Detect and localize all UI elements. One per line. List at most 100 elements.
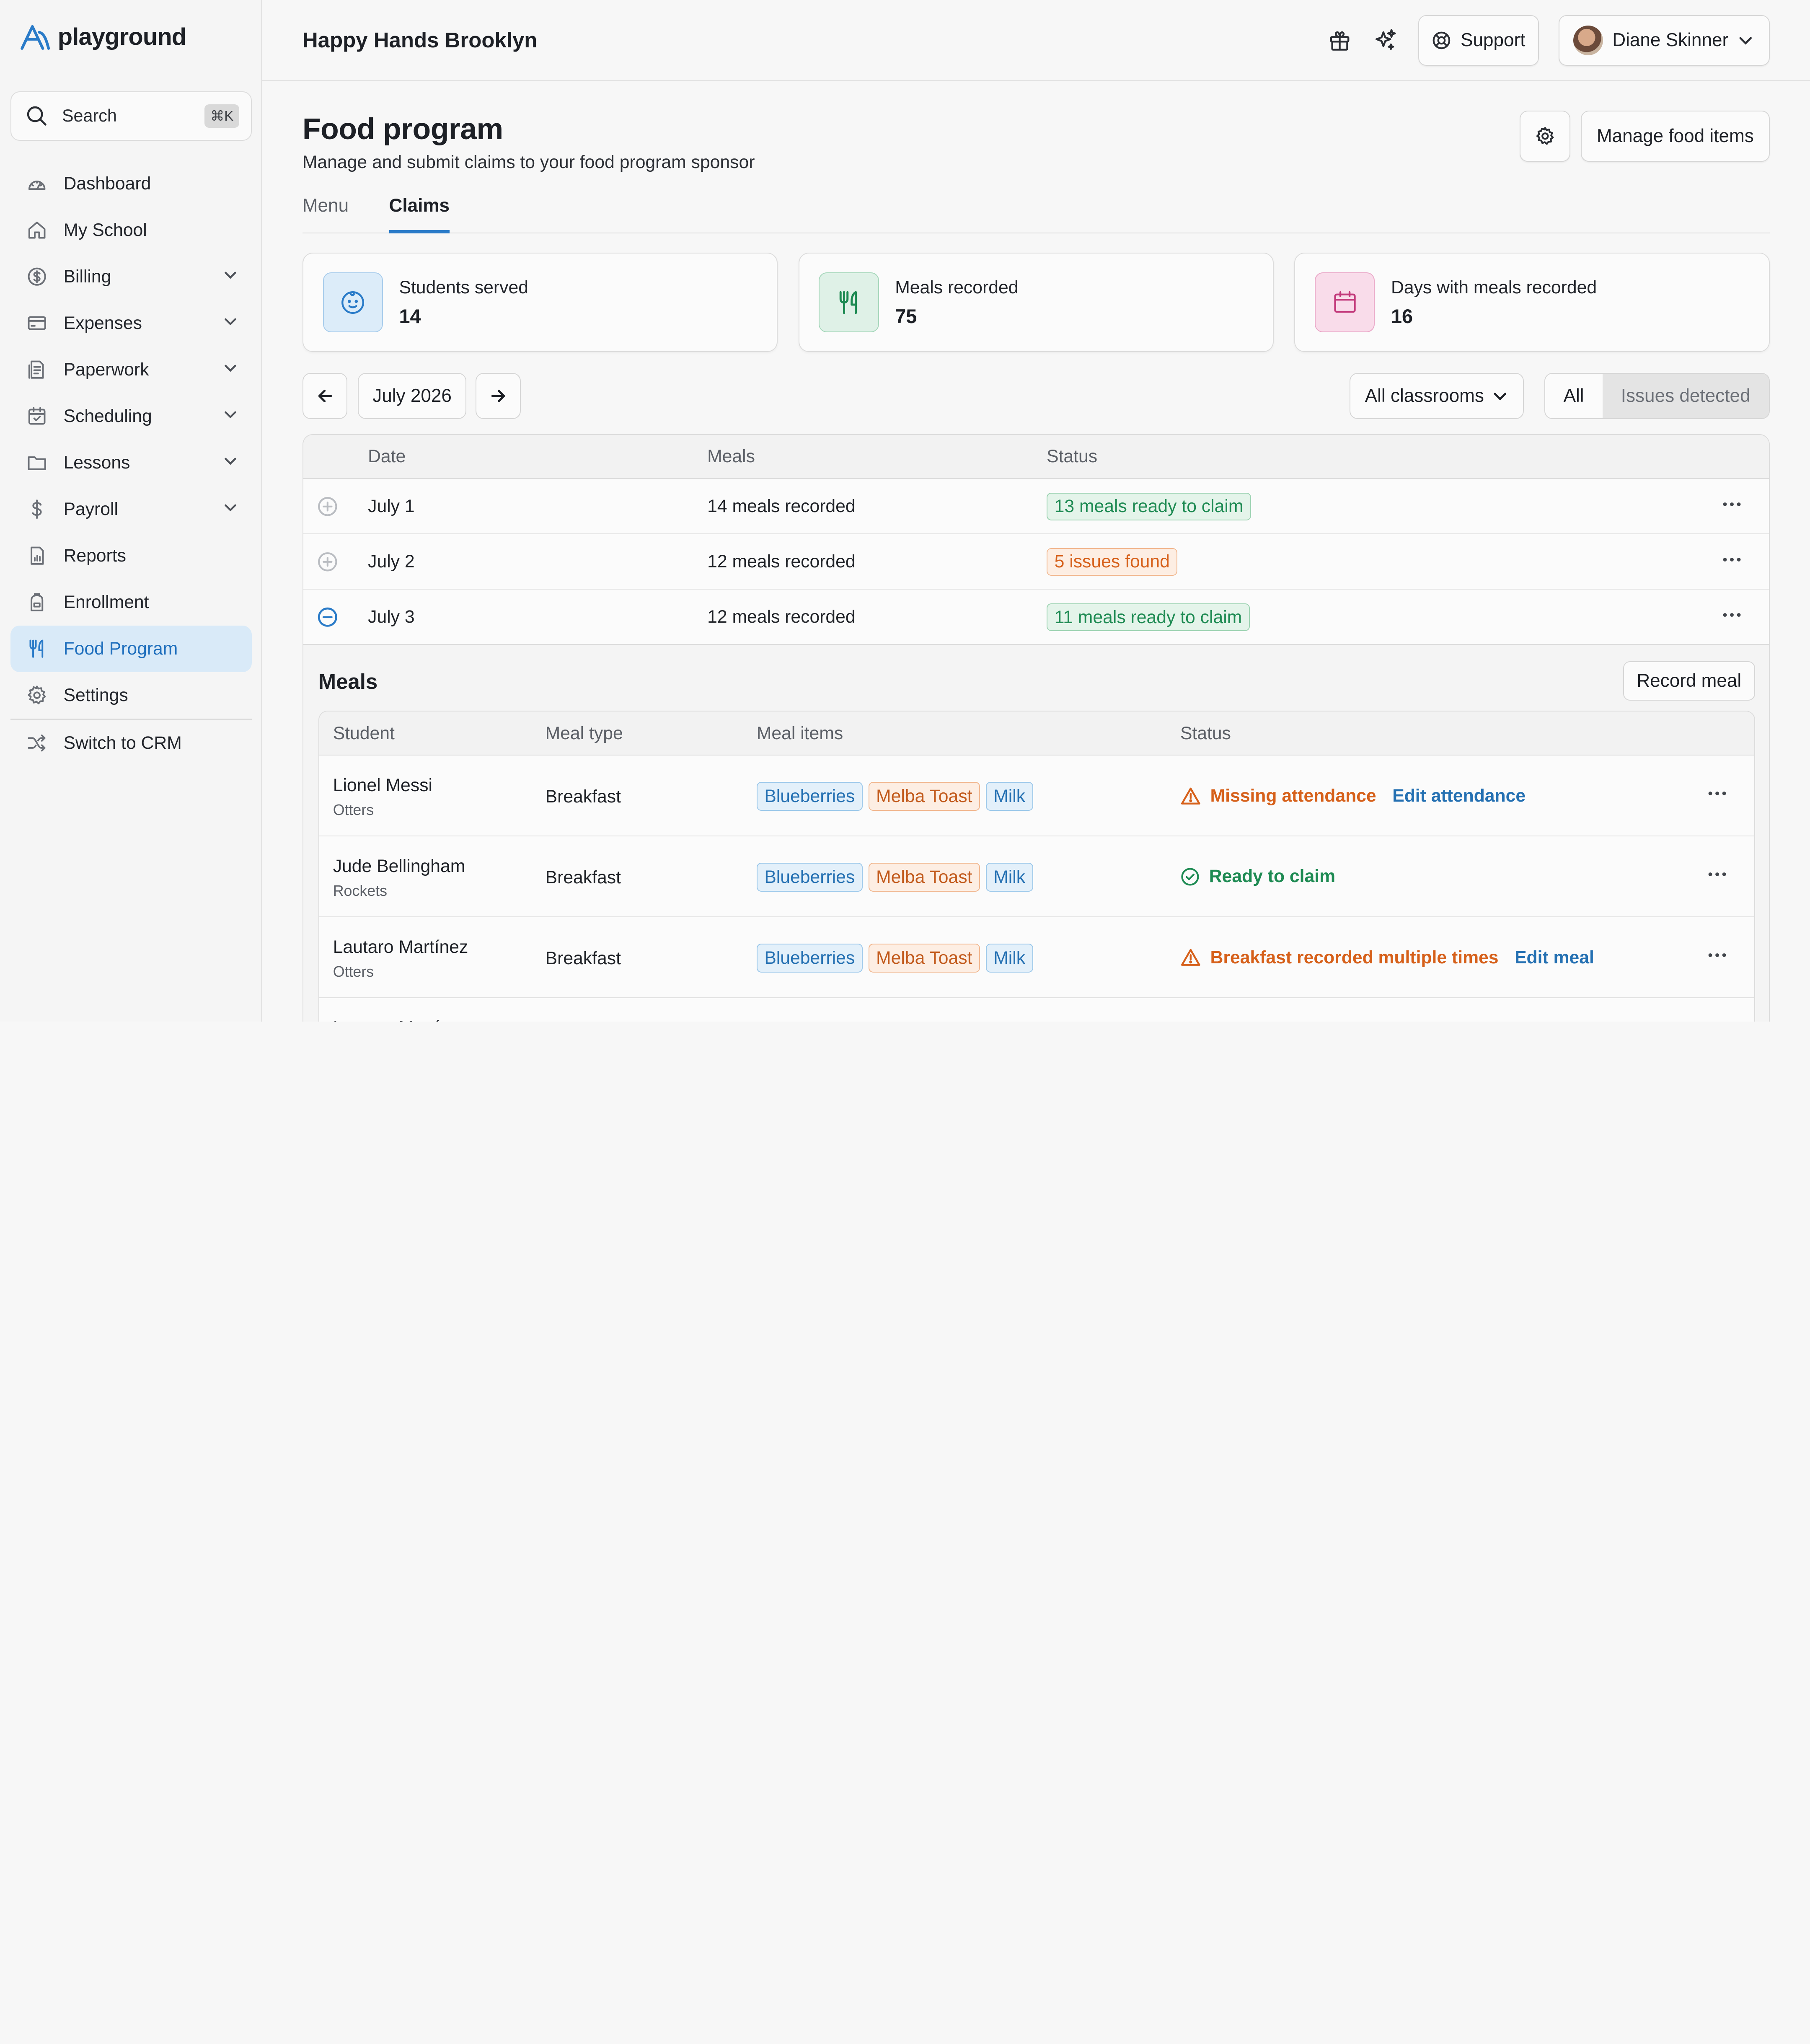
sidebar-item-chevron[interactable] — [223, 266, 238, 287]
table-row[interactable]: July 3 12 meals recorded 11 meals ready to… — [303, 590, 1769, 645]
sidebar-item-payroll[interactable]: Payroll — [10, 486, 252, 533]
sidebar-item-chevron[interactable] — [223, 360, 238, 380]
sidebar-item-scheduling[interactable]: Scheduling — [10, 393, 252, 440]
tab-claims[interactable]: Claims — [389, 191, 450, 234]
classroom-select[interactable]: All classrooms — [1349, 373, 1524, 419]
sidebar-item-icon — [26, 684, 49, 707]
table-row[interactable]: July 2 12 meals recorded 5 issues found — [303, 534, 1769, 590]
meal-item-chip: Milk — [985, 782, 1033, 811]
sidebar-item-chevron[interactable] — [223, 406, 238, 427]
meals-table-body: Lionel Messi Otters Breakfast Blueberries Me… — [319, 756, 1754, 1022]
sidebar-item-chevron[interactable] — [223, 313, 238, 334]
more-horizontal-icon — [1708, 953, 1726, 957]
sidebar-item-chevron[interactable] — [223, 453, 238, 473]
user-menu-button[interactable]: Diane Skinner — [1558, 15, 1770, 66]
next-month-button[interactable] — [476, 373, 521, 419]
classroom-select-value: All classrooms — [1365, 385, 1484, 406]
table-row[interactable]: July 1 14 meals recorded 13 meals ready to… — [303, 479, 1769, 534]
sidebar-item-paperwork[interactable]: Paperwork — [10, 347, 252, 393]
sidebar-item-billing[interactable]: Billing — [10, 254, 252, 300]
baby-face-icon — [341, 291, 365, 314]
utensils-icon — [839, 291, 857, 314]
sidebar-item-my-school[interactable]: My School — [10, 207, 252, 254]
table-row[interactable]: Lautaro Martínez — [319, 998, 1754, 1022]
manage-food-items-button[interactable]: Manage food items — [1581, 111, 1770, 162]
student-name: Lautaro Martínez — [333, 937, 468, 957]
food-settings-button[interactable] — [1520, 111, 1571, 162]
dashboard-icon — [28, 181, 46, 190]
chevron-down-icon — [224, 458, 236, 465]
month-picker[interactable]: July 2026 — [358, 373, 467, 419]
sidebar-item-label: Dashboard — [63, 173, 151, 194]
brand-logo[interactable]: playground — [20, 23, 186, 51]
support-button[interactable]: Support — [1418, 15, 1539, 66]
sidebar-item-label: Food Program — [63, 639, 178, 659]
sidebar-item-reports[interactable]: Reports — [10, 533, 252, 579]
row-more-button[interactable] — [1706, 863, 1729, 891]
sidebar-item-food-program[interactable]: Food Program — [10, 626, 252, 673]
switch-to-crm-label: Switch to CRM — [63, 732, 182, 753]
meal-type: Breakfast — [545, 948, 621, 969]
student-classroom: Rockets — [333, 882, 387, 900]
status-badge: 13 meals ready to claim — [1047, 492, 1251, 520]
row-more-button[interactable] — [1706, 782, 1729, 810]
claims-table-header: Date Meals Status — [303, 435, 1769, 479]
filter-issues-option[interactable]: Issues detected — [1602, 373, 1769, 419]
search-input[interactable]: Search ⌘K — [10, 91, 252, 141]
sidebar-item-settings[interactable]: Settings — [10, 672, 252, 719]
switch-to-crm-link[interactable]: Switch to CRM — [10, 720, 252, 766]
meal-item-chip: Melba Toast — [868, 944, 980, 973]
page-actions: Manage food items — [1520, 111, 1770, 162]
sidebar-item-label: Settings — [63, 685, 128, 706]
student-name: Lionel Messi — [333, 775, 432, 795]
row-more-button[interactable] — [1706, 944, 1729, 972]
chevron-down-icon — [224, 365, 236, 372]
stat-label: Meals recorded — [895, 277, 1019, 298]
chevron-down-icon — [224, 504, 236, 512]
chevron-down-icon — [224, 272, 236, 279]
sidebar-item-chevron[interactable] — [223, 499, 238, 520]
sidebar-item-icon — [26, 265, 49, 288]
expand-row-button[interactable] — [317, 551, 338, 572]
home-icon — [28, 222, 46, 239]
record-meal-button[interactable]: Record meal — [1623, 661, 1755, 701]
claim-date: July 1 — [368, 496, 415, 516]
column-header-meal-status: Status — [1180, 723, 1231, 743]
meal-type: Breakfast — [545, 867, 621, 888]
meal-status: Ready to claim — [1180, 866, 1335, 887]
sidebar-item-enrollment[interactable]: Enrollment — [10, 579, 252, 626]
filter-all-option[interactable]: All — [1545, 373, 1603, 419]
prev-month-button[interactable] — [302, 373, 348, 419]
sidebar-item-dashboard[interactable]: Dashboard — [10, 160, 252, 207]
claim-meals-count: 14 meals recorded — [707, 496, 856, 516]
tab-menu[interactable]: Menu — [303, 191, 349, 233]
sidebar-item-lessons[interactable]: Lessons — [10, 440, 252, 486]
meal-status-action-link[interactable]: Edit meal — [1515, 947, 1594, 968]
table-row[interactable]: Jude Bellingham Rockets Breakfast Blueberri… — [319, 836, 1754, 917]
meal-item-chip: Blueberries — [756, 944, 863, 973]
row-more-button[interactable] — [1720, 548, 1743, 576]
meal-status-action-link[interactable]: Edit attendance — [1392, 786, 1526, 806]
row-more-button[interactable] — [1720, 603, 1743, 631]
meal-status-text: Breakfast recorded multiple times — [1210, 947, 1499, 968]
sidebar-item-icon — [26, 219, 49, 242]
student-classroom: Otters — [333, 802, 374, 819]
collapse-row-button[interactable] — [317, 607, 338, 628]
claims-table-body: July 1 14 meals recorded 13 meals ready to… — [303, 479, 1769, 645]
sidebar-item-expenses[interactable]: Expenses — [10, 300, 252, 347]
calendar-icon — [1334, 291, 1356, 313]
avatar — [1573, 25, 1603, 56]
expand-row-button[interactable] — [317, 496, 338, 517]
claim-meals-count: 12 meals recorded — [707, 551, 856, 572]
meals-panel: Meals Record meal Student Meal type Meal… — [303, 645, 1769, 1022]
meal-item-chip: Milk — [985, 863, 1033, 892]
more-horizontal-icon — [1723, 502, 1741, 506]
more-horizontal-icon — [1708, 872, 1726, 877]
status-badge: 11 meals ready to claim — [1047, 603, 1250, 631]
table-row[interactable]: Lautaro Martínez Otters Breakfast Blueberri… — [319, 917, 1754, 998]
row-more-button[interactable] — [1720, 493, 1743, 521]
gift-button[interactable] — [1316, 15, 1363, 66]
sidebar-item-icon — [26, 451, 49, 474]
table-row[interactable]: Lionel Messi Otters Breakfast Blueberries Me… — [319, 756, 1754, 836]
ai-sparkle-button[interactable] — [1363, 15, 1409, 66]
